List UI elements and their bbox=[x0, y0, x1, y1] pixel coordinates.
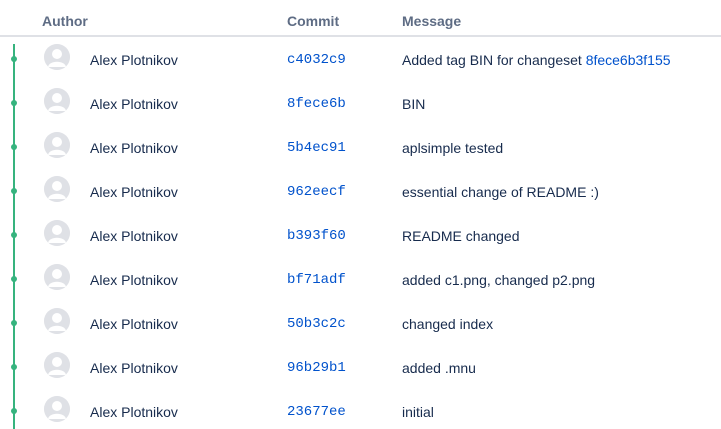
commit-hash-link[interactable]: 96b29b1 bbox=[287, 359, 346, 377]
commit-message-text: added .mnu bbox=[402, 360, 476, 376]
table-header: Author Commit Message bbox=[0, 0, 721, 37]
commit-graph-node bbox=[11, 320, 17, 326]
commit-hash-link[interactable]: b393f60 bbox=[287, 227, 346, 245]
commit-graph-node bbox=[11, 100, 17, 106]
commit-graph-node bbox=[11, 408, 17, 414]
commit-message-text: Added tag BIN for changeset bbox=[402, 52, 586, 68]
commit-row: Alex Plotnikov b393f60 README changed bbox=[0, 213, 721, 257]
commit-history: Author Commit Message Alex Plotnikov c403… bbox=[0, 0, 721, 429]
avatar-icon[interactable] bbox=[44, 308, 70, 334]
commit-message-text: initial bbox=[402, 404, 434, 420]
author-name: Alex Plotnikov bbox=[90, 140, 178, 156]
commit-row: Alex Plotnikov 8fece6b BIN bbox=[0, 81, 721, 125]
commit-hash-link[interactable]: 8fece6b bbox=[287, 95, 346, 113]
column-header-message: Message bbox=[402, 13, 462, 29]
commit-row: Alex Plotnikov 96b29b1 added .mnu bbox=[0, 345, 721, 389]
avatar-icon[interactable] bbox=[44, 264, 70, 290]
commit-message-text: changed index bbox=[402, 316, 494, 332]
commit-message: changed index bbox=[402, 315, 493, 333]
avatar-icon[interactable] bbox=[44, 352, 70, 378]
column-header-commit: Commit bbox=[287, 13, 340, 29]
commit-graph-node bbox=[11, 364, 17, 370]
author-name: Alex Plotnikov bbox=[90, 184, 178, 200]
commit-message-text: added c1.png, changed p2.png bbox=[402, 272, 596, 288]
author-name: Alex Plotnikov bbox=[90, 228, 178, 244]
commit-message-text: aplsimple tested bbox=[402, 140, 504, 156]
commit-row: Alex Plotnikov bf71adf added c1.png, chang… bbox=[0, 257, 721, 301]
avatar-icon[interactable] bbox=[44, 88, 70, 114]
avatar-icon[interactable] bbox=[44, 396, 70, 422]
column-header-author: Author bbox=[42, 13, 88, 29]
commit-message: added .mnu bbox=[402, 359, 476, 377]
commit-hash-link[interactable]: 50b3c2c bbox=[287, 315, 346, 333]
commit-message-text: essential change of README :) bbox=[402, 184, 599, 200]
commit-row: Alex Plotnikov 962eecf essential change of… bbox=[0, 169, 721, 213]
author-name: Alex Plotnikov bbox=[90, 52, 178, 68]
author-name: Alex Plotnikov bbox=[90, 360, 178, 376]
commit-message: added c1.png, changed p2.png bbox=[402, 271, 595, 289]
changeset-link[interactable]: 8fece6b3f155 bbox=[586, 52, 671, 68]
commit-row: Alex Plotnikov 5b4ec91 aplsimple tested bbox=[0, 125, 721, 169]
avatar-icon[interactable] bbox=[44, 220, 70, 246]
commit-message-text: BIN bbox=[402, 96, 426, 112]
author-name: Alex Plotnikov bbox=[90, 96, 178, 112]
commit-graph-node bbox=[11, 56, 17, 62]
commit-message-text: README changed bbox=[402, 228, 520, 244]
commit-hash-link[interactable]: 23677ee bbox=[287, 403, 346, 421]
commit-message: initial bbox=[402, 403, 434, 421]
commit-graph-node bbox=[11, 276, 17, 282]
author-name: Alex Plotnikov bbox=[90, 272, 178, 288]
avatar-icon[interactable] bbox=[44, 132, 70, 158]
commit-message: aplsimple tested bbox=[402, 139, 503, 157]
commit-message: BIN bbox=[402, 95, 425, 113]
commit-message: Added tag BIN for changeset 8fece6b3f155 bbox=[402, 51, 671, 69]
commit-hash-link[interactable]: 5b4ec91 bbox=[287, 139, 346, 157]
commit-row: Alex Plotnikov 23677ee initial bbox=[0, 389, 721, 429]
commit-hash-link[interactable]: bf71adf bbox=[287, 271, 346, 289]
commit-graph-node bbox=[11, 232, 17, 238]
author-name: Alex Plotnikov bbox=[90, 316, 178, 332]
author-name: Alex Plotnikov bbox=[90, 404, 178, 420]
commit-graph-node bbox=[11, 188, 17, 194]
commit-hash-link[interactable]: c4032c9 bbox=[287, 51, 346, 69]
commit-row: Alex Plotnikov 50b3c2c changed index bbox=[0, 301, 721, 345]
avatar-icon[interactable] bbox=[44, 176, 70, 202]
commit-list: Alex Plotnikov c4032c9 Added tag BIN for c… bbox=[0, 37, 721, 429]
commit-row: Alex Plotnikov c4032c9 Added tag BIN for c… bbox=[0, 37, 721, 81]
commit-message: README changed bbox=[402, 227, 520, 245]
commit-hash-link[interactable]: 962eecf bbox=[287, 183, 346, 201]
commit-message: essential change of README :) bbox=[402, 183, 599, 201]
avatar-icon[interactable] bbox=[44, 44, 70, 70]
commit-graph-node bbox=[11, 144, 17, 150]
